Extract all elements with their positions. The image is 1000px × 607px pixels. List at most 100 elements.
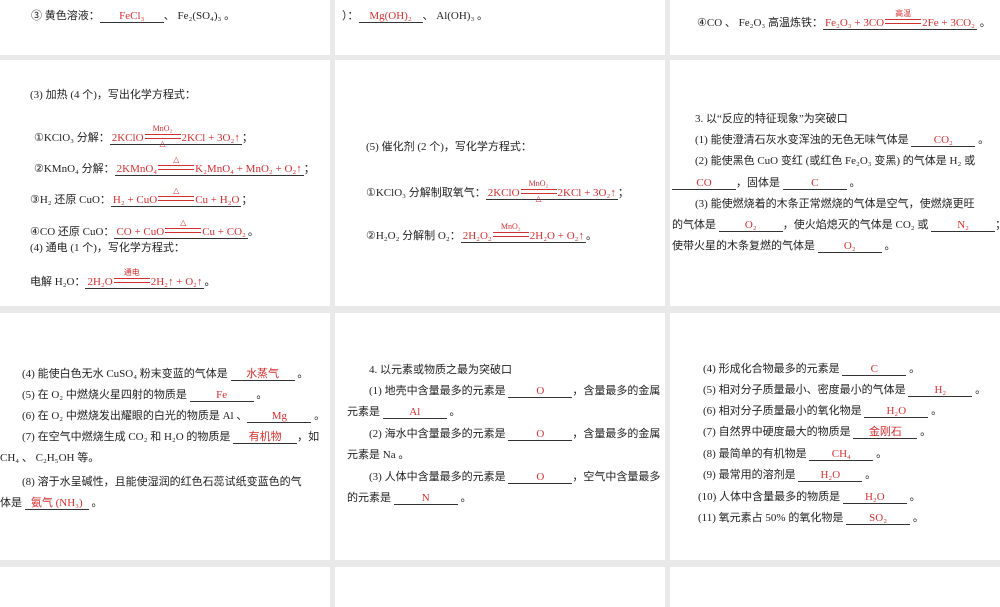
answer-blank: 水蒸气 [230,368,295,381]
answer-blank: Fe [189,389,254,402]
equation-reactants: 2KMnO₄ [116,163,158,175]
text-segment: 、 Fe₂(SO₄)₃ 。 [163,10,236,22]
reaction-condition: △ [158,186,195,210]
answer-blank: Mg(OH)₂ [358,10,423,23]
text-segment: ，使火焰熄灭的气体是 CO₂ 或 [782,219,932,231]
text-segment: 。 [846,177,861,189]
equation-products: 2KCl + 3O₂↑ [557,187,616,199]
text-line: ①KClO₃ 分解制取氧气： 2KClO MnO₂ △ 2KCl + 3O₂↑； [366,176,629,203]
equation-answer: H₂ + CuO △ Cu + H₂O [110,183,242,210]
text-segment: 。 [917,426,932,438]
equation-reactants: 2H₂O₂ [462,230,492,242]
condition-top: 高温 [895,9,912,18]
text-segment: (7) 在空气中燃烧生成 CO₂ 和 H₂O 的物质是 [22,431,234,443]
reaction-condition: 通电 [113,268,150,292]
text-line: ③H₂ 还原 CuO： H₂ + CuO △ Cu + H₂O； [30,183,252,207]
reaction-condition: △ [158,156,195,179]
text-segment: (4) 能使白色无水 CuSO₄ 粉末变蓝的气体是 [22,368,231,380]
equals-sign [158,165,195,170]
equation-answer: 2H₂O 通电 2H₂↑ + O₂↑ [85,265,205,292]
text-segment: (5) 催化剂 (2 个)，写化学方程式： [366,141,532,153]
text-line: (4) 通电 (1 个)，写化学方程式： [30,241,185,255]
text-segment: ； [241,132,253,144]
answer-blank: O [508,471,573,484]
text-segment: 元素是 Na 。 [347,449,410,461]
text-line: (7) 自然界中硬度最大的物质是 金刚石 。 [703,425,931,439]
reaction-condition: △ [165,219,202,242]
text-line: 使带火星的木条复燃的气体是 O₂ 。 [672,239,896,253]
text-segment: 。 [881,240,896,252]
answer-blank: C [782,177,847,190]
equation-products: 2H₂↑ + O₂↑ [150,276,203,288]
text-segment: 的气体是 [672,219,719,231]
text-line: (6) 相对分子质量最小的氧化物是 H₂O 。 [703,404,942,418]
equation-reactants: 2KClO [487,187,520,199]
equation-products: 2H₂O + O₂↑ [529,230,584,242]
text-line: 的气体是 O₂，使火焰熄灭的气体是 CO₂ 或 N₂；能 [672,218,1000,232]
text-segment: ； [241,194,253,206]
text-line: (2) 海水中含量最多的元素是 O ，含量最多的金属 [369,427,660,441]
equals-sign [113,278,150,283]
text-segment: (2) 海水中含量最多的元素是 [369,428,509,440]
answer-blank: CO [672,177,736,190]
text-segment: 。 [972,384,987,396]
text-segment: 。 [862,469,877,481]
equation-reactants: H₂ + CuO [112,194,158,206]
answer-blank: 氨气 (NH₃) [24,497,89,510]
slide-bottom-right [670,567,1000,607]
text-line: 元素是 Al 。 [347,405,461,419]
equation-answer: 2KMnO₄ △ K₂MnO₄ + MnO₂ + O₂↑ [114,152,304,179]
answer-blank: SO₂ [846,512,911,525]
reaction-condition: MnO₂ [492,222,529,246]
text-line: (3) 能使燃烧着的木条正常燃烧的气体是空气，使燃烧更旺 [695,197,975,211]
text-line: 电解 H₂O： 2H₂O 通电 2H₂↑ + O₂↑。 [30,265,215,289]
text-segment: (11) 氧元素占 50% 的氧化物是 [698,512,847,524]
text-segment: ②H₂O₂ 分解制 O₂： [366,230,461,242]
text-segment: (4) 形成化合物最多的元素是 [703,363,843,375]
text-segment: (6) 相对分子质量最小的氧化物是 [703,405,865,417]
condition-top: 通电 [123,268,140,277]
text-segment: (5) 相对分子质量最小、密度最小的气体是 [703,384,909,396]
equals-sign [158,196,195,201]
text-segment: (10) 人体中含量最多的物质是 [698,491,843,503]
text-line: ④CO 、 Fe₂O₃ 高温炼铁： Fe₂O₃ + 3CO 高温 2Fe + 3CO₂… [697,6,991,30]
text-line: (1) 能使澄清石灰水变浑浊的无色无味气体是 CO₂ 。 [695,133,989,147]
text-line: CO ，固体是 C 。 [672,176,861,190]
text-segment: 。 [311,410,326,422]
answer-blank: N [393,492,458,505]
equals-sign [165,228,202,233]
equation-answer: 2H₂O₂ MnO₂ 2H₂O + O₂↑ [460,219,586,246]
text-line: (5) 在 O₂ 中燃烧火星四射的物质是 Fe 。 [22,388,267,402]
equation-reactants: Fe₂O₃ + 3CO [825,17,885,29]
text-line: (8) 溶于水呈碱性，且能使湿润的红色石蕊试纸变蓝色的气 [22,475,302,489]
text-line: (5) 相对分子质量最小、密度最小的气体是 H₂ 。 [703,383,986,397]
reaction-condition: MnO₂ △ [144,125,181,148]
text-segment: 。 [294,368,309,380]
text-segment: 3. 以“反应的特征现象”为突破口 [695,113,848,125]
answer-blank: 金刚石 [853,426,918,439]
text-line: (3) 人体中含量最多的元素是 O ，空气中含量最多 [369,470,660,484]
text-segment: 使带火星的木条复燃的气体是 [672,240,818,252]
text-segment: (3) 人体中含量最多的元素是 [369,471,509,483]
condition-bottom: △ [159,139,166,148]
reaction-condition: MnO₂ △ [520,180,557,203]
text-segment: ，固体是 [736,177,783,189]
text-segment: ④CO 还原 CuO： [30,226,115,238]
text-segment: (3) 加热 (4 个)，写出化学方程式： [30,89,196,101]
text-segment: ；能 [995,219,1000,231]
text-segment: 。 [247,226,259,238]
text-line: ②H₂O₂ 分解制 O₂： 2H₂O₂ MnO₂ 2H₂O + O₂↑。 [366,219,597,243]
condition-top: MnO₂ [500,222,521,231]
reaction-condition: 高温 [885,9,922,33]
equation-reactants: 2KClO [111,132,144,144]
answer-blank: C [842,363,907,376]
text-line: (4) 能使白色无水 CuSO₄ 粉末变蓝的气体是 水蒸气 。 [22,367,308,381]
text-segment: ； [303,163,315,175]
condition-top: △ [173,186,180,195]
text-line: 体是 氨气 (NH₃) 。 [0,496,103,510]
text-segment: 。 [585,230,597,242]
text-segment: (9) 最常用的溶剂是 [703,469,799,481]
text-line: ④CO 还原 CuO： CO + CuO △ Cu + CO₂。 [30,215,259,239]
text-line: (7) 在空气中燃烧生成 CO₂ 和 H₂O 的物质是 有机物 ，如 [22,430,319,444]
answer-blank: 有机物 [233,431,298,444]
